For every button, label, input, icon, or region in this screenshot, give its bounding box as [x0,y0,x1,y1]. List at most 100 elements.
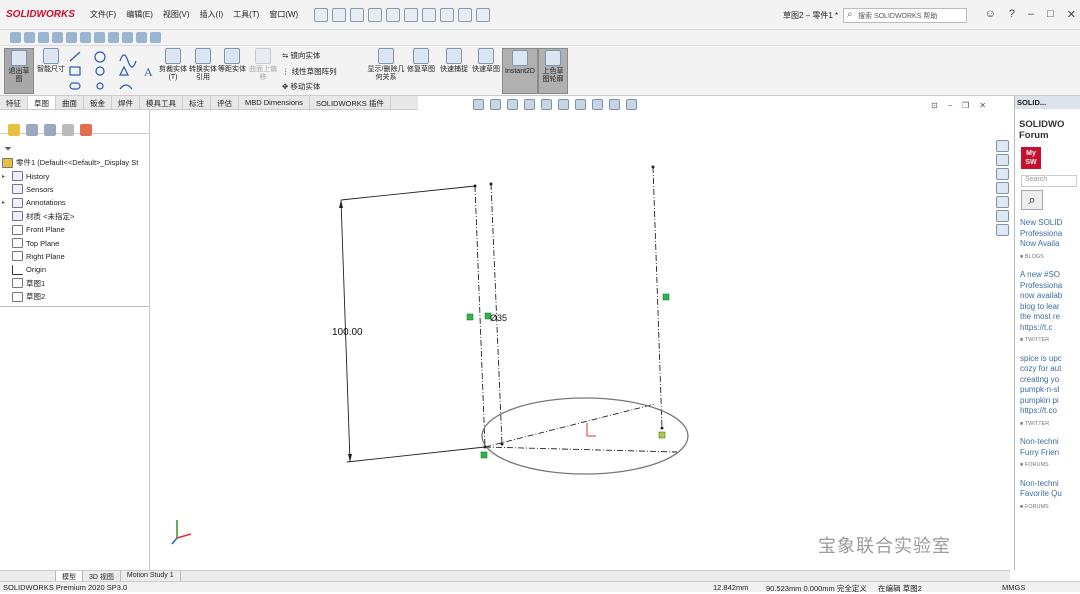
tree-item-sensors[interactable]: Sensors [2,183,148,196]
mysolidworks-logo[interactable]: My SW [1021,147,1041,169]
feed-post[interactable]: Non-techniFavorite QuFORUMS [1020,479,1080,513]
tab-surfaces[interactable]: 曲面 [56,96,84,109]
convert-entities-button[interactable]: 转换实体引用 [188,48,218,82]
undo-icon[interactable] [404,7,419,22]
print-icon[interactable] [386,7,401,22]
file-properties-icon[interactable] [458,7,473,22]
open-file-icon[interactable] [350,7,365,22]
forum-search-input[interactable]: Search [1021,175,1077,187]
offset-entities-button[interactable]: 等距实体 [217,48,247,74]
tool-icon[interactable] [10,32,21,43]
expand-arrow-icon[interactable]: ▸ [2,173,12,180]
feed-post[interactable]: spice is upc cozy for aut creating yo pumpk… [1020,354,1080,430]
task-pane-header[interactable]: SOLID... [1015,96,1080,109]
tree-root[interactable]: 零件1 (Default<<Default>_Display St [2,156,148,169]
feed-post[interactable]: Non-techniFurry FrienFORUMS [1020,437,1080,471]
help-search-input[interactable]: 搜索 SOLIDWORKS 帮助 [843,8,967,23]
tool-icon[interactable] [94,32,105,43]
dimension-100[interactable]: 100.00 [332,327,363,338]
feature-tree-tab-icon[interactable] [8,124,20,136]
new-file-icon[interactable] [332,7,347,22]
tool-icon[interactable] [66,32,77,43]
feed-post[interactable]: A new #SO Professiona now availab blog to l… [1020,270,1080,346]
design-library-icon[interactable] [996,154,1009,166]
save-icon[interactable] [368,7,383,22]
instant2d-button[interactable]: Instant2D [502,48,538,94]
quick-snaps-button[interactable]: 快速捕捉 [440,48,468,74]
menu-window[interactable]: 窗口(W) [269,9,298,20]
custom-properties-icon[interactable] [996,210,1009,222]
tree-item-top-plane[interactable]: Top Plane [2,236,148,249]
tool-icon[interactable] [80,32,91,43]
menu-tools[interactable]: 工具(T) [233,9,259,20]
tab-weldments[interactable]: 焊件 [112,96,140,109]
close-icon[interactable]: ✕ [1067,8,1076,21]
tree-item-history[interactable]: ▸ History [2,169,148,182]
traffic-light-icon[interactable] [440,7,455,22]
offset-on-surface-button[interactable]: 曲面上偏移 [248,48,278,82]
tree-item-material[interactable]: 材质 <未指定> [2,210,148,223]
menu-insert[interactable]: 插入(I) [200,9,224,20]
help-icon[interactable]: ? [1009,8,1015,21]
menu-file[interactable]: 文件(F) [90,9,116,20]
minimize-icon[interactable]: – [1028,8,1034,21]
sketch-entity-icons[interactable]: A [68,49,158,93]
configuration-manager-tab-icon[interactable] [44,124,56,136]
linear-pattern-icon: ⋮ [282,67,292,76]
tab-model[interactable]: 模型 [56,571,83,581]
dimxpert-tab-icon[interactable] [62,124,74,136]
home-icon[interactable] [314,7,329,22]
tree-item-origin[interactable]: Origin [2,263,148,276]
menu-view[interactable]: 视图(V) [163,9,190,20]
tool-icon[interactable] [122,32,133,43]
tree-item-annotations[interactable]: ▸ Annotations [2,196,148,209]
display-relations-button[interactable]: 显示/删除几何关系 [366,48,406,82]
smart-dimension-button[interactable]: 智能尺寸 [36,48,66,74]
shaded-sketch-contours-button[interactable]: 上色草图轮廓 [538,48,568,94]
tree-item-sketch1[interactable]: 草图1 [2,277,148,290]
tree-item-sketch2[interactable]: 草图2 [2,290,148,303]
display-manager-tab-icon[interactable] [80,124,92,136]
tab-sketch[interactable]: 草图 [28,96,56,109]
expand-arrow-icon[interactable]: ▸ [2,199,12,206]
dimension-diameter[interactable]: Ø35 [490,313,507,323]
file-explorer-icon[interactable] [996,168,1009,180]
repair-sketch-button[interactable]: 修复草图 [406,48,436,74]
filter-icon[interactable]: ⏷ [4,144,12,155]
document-title: 草图2 – 零件1 * [783,11,839,20]
tab-sheet-metal[interactable]: 钣金 [84,96,112,109]
tool-icon[interactable] [150,32,161,43]
tab-motion-study[interactable]: Motion Study 1 [121,571,181,581]
tree-item-right-plane[interactable]: Right Plane [2,250,148,263]
menu-edit[interactable]: 编辑(E) [126,9,153,20]
exit-sketch-button[interactable]: 退出草图 [4,48,34,94]
tool-icon[interactable] [136,32,147,43]
tree-item-front-plane[interactable]: Front Plane [2,223,148,236]
forum-icon[interactable] [996,224,1009,236]
panel-divider[interactable] [0,306,149,307]
feed-post[interactable]: New SOLIDProfessionaNow AvailaBLOGS [1020,218,1080,262]
tool-icon[interactable] [108,32,119,43]
options-gear-icon[interactable] [476,7,491,22]
linear-pattern-button[interactable]: ⋮ 线性草图阵列 [282,66,337,77]
tool-icon[interactable] [38,32,49,43]
move-entities-button[interactable]: ✥ 移动实体 [282,81,320,92]
forum-search-button[interactable]: ⌕ [1021,190,1043,210]
restore-icon[interactable]: □ [1047,8,1054,21]
trim-entities-button[interactable]: 剪裁实体(T) [158,48,188,82]
tool-icon[interactable] [24,32,35,43]
property-manager-tab-icon[interactable] [26,124,38,136]
tool-icon[interactable] [52,32,63,43]
tab-scroll-arrows[interactable] [0,571,56,581]
graphics-area[interactable]: 100.00 Ø35 [150,96,1010,570]
view-palette-icon[interactable] [996,182,1009,194]
tab-3d-views[interactable]: 3D 视图 [83,571,121,581]
rapid-sketch-button[interactable]: 快速草图 [471,48,501,74]
appearances-icon[interactable] [996,196,1009,208]
tab-features[interactable]: 特征 [0,96,28,109]
resources-home-icon[interactable] [996,140,1009,152]
select-icon[interactable] [422,7,437,22]
mirror-entities-button[interactable]: ⇋ 镜向实体 [282,50,320,61]
user-icon[interactable]: ☺ [985,8,996,21]
unit-system[interactable]: MMGS [1002,583,1025,592]
